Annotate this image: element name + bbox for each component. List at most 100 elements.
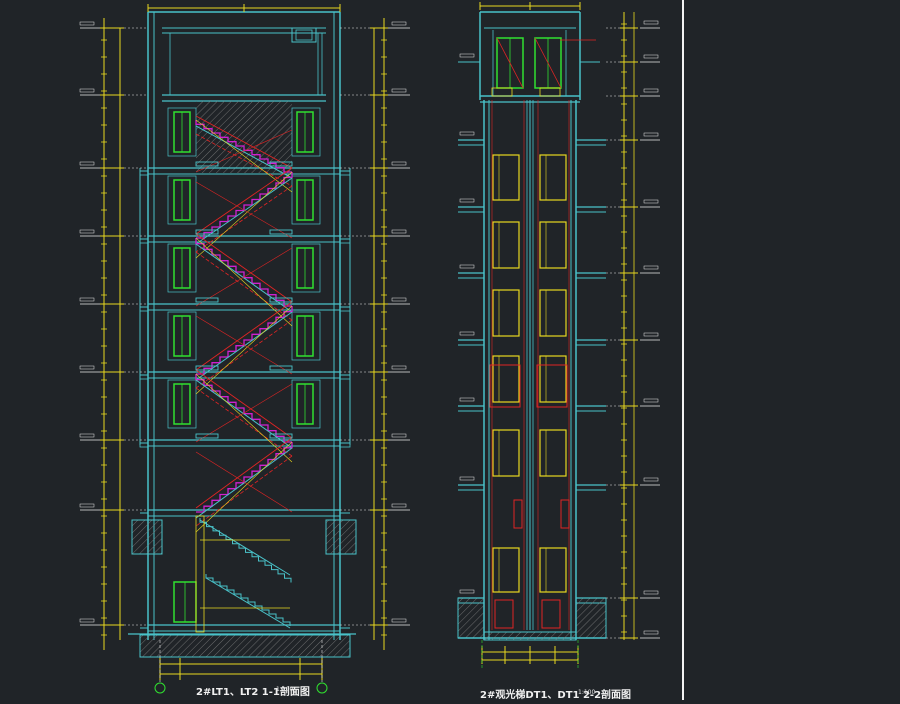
right-level-label <box>391 365 407 370</box>
right-section-title: 2#观光梯DT1、DT1 2-2剖面图 <box>480 690 632 701</box>
left-shaft-door <box>492 429 520 477</box>
axis-bubble-n <box>154 682 166 694</box>
left-earth-block <box>131 519 163 555</box>
right-window-opening <box>291 107 321 157</box>
right-window-opening <box>291 311 321 361</box>
right-level-label <box>391 88 407 93</box>
stair-flight-steps <box>195 238 292 307</box>
elev-level-label <box>643 20 659 25</box>
stair-flight-steps <box>196 172 293 239</box>
stair-flight-steps <box>195 374 292 443</box>
elev-level-label <box>643 398 659 403</box>
elev-level-label <box>643 132 659 137</box>
elev-level-label <box>643 54 659 59</box>
stair-cross-red <box>195 451 293 513</box>
right-shaft-door <box>539 429 567 477</box>
right-shaft-door <box>539 289 567 337</box>
right-ledge-block <box>339 306 351 312</box>
left-shaft-door <box>492 547 520 593</box>
left-ledge-block <box>139 374 149 380</box>
elev-left-level-label <box>459 198 475 203</box>
basement-flight-soffit <box>199 519 291 576</box>
right-shaft-door <box>539 547 567 593</box>
stair-flight-soffit <box>195 447 293 519</box>
left-ledge-block <box>139 238 149 244</box>
right-ledge-block <box>339 238 351 244</box>
right-level-label <box>391 433 407 438</box>
pit-right-block <box>575 597 607 639</box>
stair-break-line-yellow <box>195 237 293 327</box>
stair-handrail-red <box>195 301 293 371</box>
stair-break-line-yellow <box>195 441 293 533</box>
right-earth-block <box>325 519 357 555</box>
elev-level-label <box>643 332 659 337</box>
stair-handrail-red <box>195 167 293 235</box>
left-level-label <box>79 503 95 508</box>
pit-left-block <box>457 597 485 639</box>
counterweight-left <box>513 499 523 529</box>
stair-cross-red <box>195 315 293 375</box>
roof-opening-inner <box>295 29 313 41</box>
elevator-section-2-2 <box>457 2 660 668</box>
right-window-opening <box>291 175 321 225</box>
left-level-label <box>79 297 95 302</box>
right-level-label <box>391 229 407 234</box>
elevator-car-right <box>536 364 568 408</box>
right-level-label <box>391 297 407 302</box>
left-level-label <box>79 161 95 166</box>
buffer-right <box>541 599 561 629</box>
right-ledge-block <box>339 442 351 448</box>
elevator-car-left <box>489 364 521 408</box>
left-ledge-block <box>139 170 149 176</box>
buffer-left <box>494 599 514 629</box>
right-landing <box>269 365 293 371</box>
right-section-scale: 1:100 <box>578 689 596 696</box>
left-shaft-door <box>492 355 520 403</box>
basement-upper-flight <box>199 518 292 583</box>
right-shaft-door <box>539 355 567 403</box>
elev-roof-level-label <box>459 53 475 58</box>
elev-level-label <box>643 88 659 93</box>
right-shaft-door <box>539 154 567 201</box>
elev-level-label <box>643 199 659 204</box>
section-drawing <box>79 0 684 700</box>
machine-base-right <box>539 87 561 97</box>
left-landing <box>195 433 219 439</box>
left-shaft-door <box>492 154 520 201</box>
left-level-label <box>79 433 95 438</box>
stair-handrail-red <box>195 369 293 439</box>
machine-base-left <box>491 87 513 97</box>
stair-flight-steps <box>196 306 293 375</box>
elev-left-level-label <box>459 131 475 136</box>
left-section-scale: 1:100 <box>276 686 294 693</box>
left-ledge-block <box>139 306 149 312</box>
stair-cross-red <box>195 247 293 307</box>
stair-section-1-1 <box>79 4 410 694</box>
right-shaft-door <box>539 221 567 269</box>
elev-level-label <box>643 265 659 270</box>
cad-drawing-canvas: 2#LT1、LT2 1-1剖面图 1:100 2#观光梯DT1、DT1 2-2剖… <box>0 0 900 701</box>
elev-level-label <box>643 590 659 595</box>
right-level-label <box>391 618 407 623</box>
left-level-label <box>79 365 95 370</box>
right-level-label <box>391 503 407 508</box>
stair-break-line-yellow <box>195 305 293 395</box>
left-landing <box>195 297 219 303</box>
right-ledge-block <box>339 170 351 176</box>
stair-break-line-yellow <box>195 171 293 259</box>
axis-bubble-m <box>316 682 328 694</box>
left-shaft-door <box>492 289 520 337</box>
basement-lower-soffit <box>205 577 291 629</box>
elev-left-level-label <box>459 397 475 402</box>
left-level-label <box>79 88 95 93</box>
elev-level-label <box>643 477 659 482</box>
stair-cross-red <box>195 383 293 443</box>
stair-flight-steps <box>196 442 293 513</box>
pit-slab <box>483 631 577 641</box>
right-landing <box>269 229 293 235</box>
counterweight-right <box>560 499 570 529</box>
left-shaft-door <box>492 221 520 269</box>
elev-level-label <box>643 630 659 635</box>
elev-left-level-label <box>459 331 475 336</box>
elev-left-level-label <box>459 264 475 269</box>
